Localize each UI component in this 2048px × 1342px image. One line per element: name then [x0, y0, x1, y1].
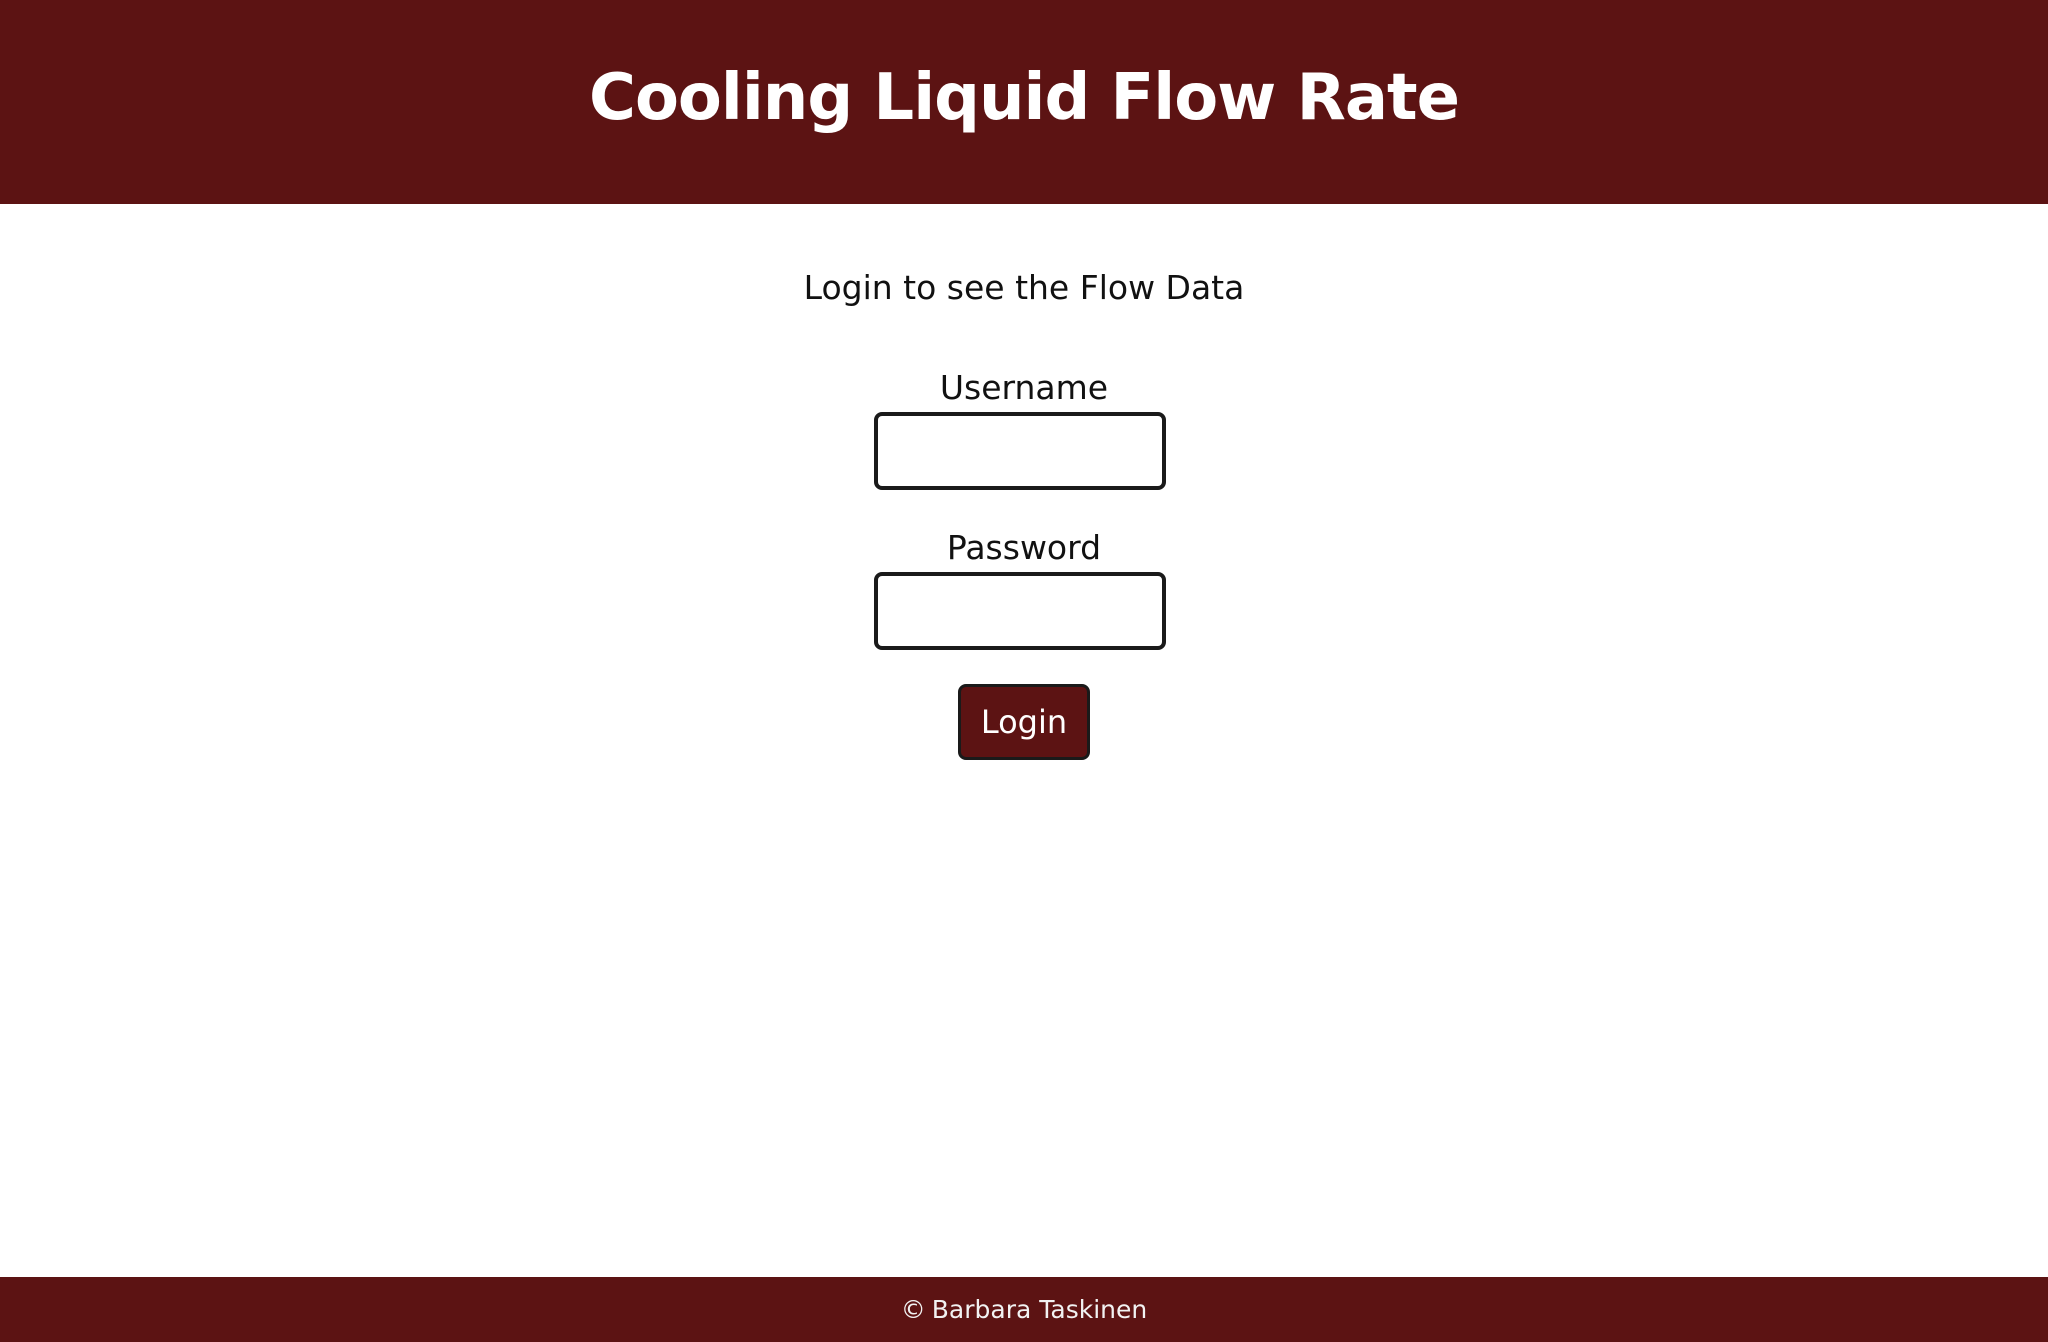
login-main: Login to see the Flow Data Username Pass… [0, 204, 2048, 1277]
login-page: Cooling Liquid Flow Rate Login to see th… [0, 0, 2048, 1342]
password-label: Password [946, 528, 1102, 567]
footer-author: Barbara Taskinen [931, 1295, 1148, 1324]
username-label: Username [939, 368, 1109, 407]
login-instructions: Login to see the Flow Data [803, 268, 1245, 307]
page-header: Cooling Liquid Flow Rate [0, 0, 2048, 204]
page-title: Cooling Liquid Flow Rate [588, 61, 1460, 135]
username-field[interactable] [874, 412, 1166, 490]
password-field[interactable] [874, 572, 1166, 650]
login-button[interactable]: Login [958, 684, 1090, 760]
page-footer: © Barbara Taskinen [0, 1277, 2048, 1342]
copyright-symbol: © [900, 1295, 926, 1324]
